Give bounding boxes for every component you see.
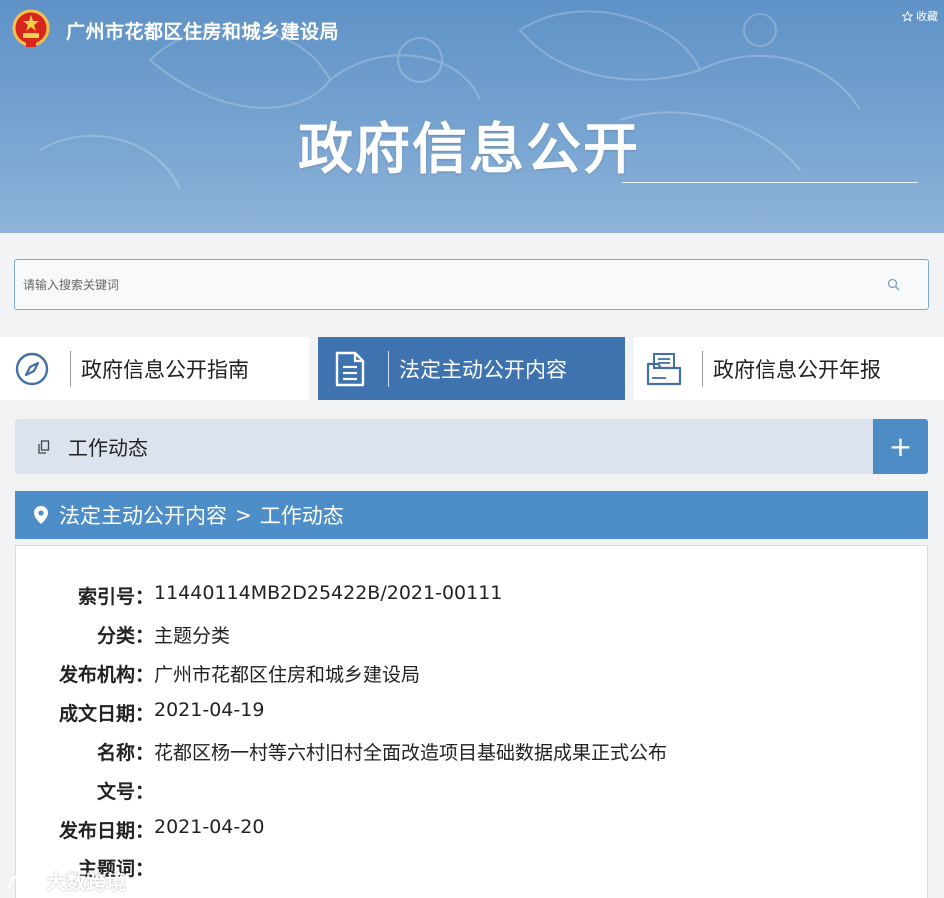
document-icon	[335, 351, 365, 386]
breadcrumb: 法定主动公开内容 > 工作动态	[15, 491, 928, 539]
breadcrumb-item-disclosure[interactable]: 法定主动公开内容	[59, 500, 227, 530]
detail-value: 11440114MB2D25422B/2021-00111	[154, 582, 503, 604]
detail-row-publish-date: 发布日期： 2021-04-20	[16, 816, 929, 846]
site-title[interactable]: 广州市花都区住房和城乡建设局	[66, 17, 339, 44]
tab-divider	[388, 350, 389, 387]
tab-divider	[702, 350, 703, 387]
watermark-logo-icon	[7, 871, 41, 888]
detail-value: 主题分类	[154, 625, 231, 647]
detail-row-publisher: 发布机构： 广州市花都区住房和城乡建设局	[16, 660, 929, 690]
detail-key: 发布机构：	[58, 664, 154, 686]
folder-icon	[646, 352, 682, 385]
national-emblem-icon	[12, 9, 50, 47]
location-pin-icon	[34, 506, 48, 524]
detail-key: 发布日期：	[58, 820, 154, 842]
expand-button[interactable]: +	[873, 419, 928, 474]
detail-value: 2021-04-19	[154, 699, 265, 721]
breadcrumb-item-current[interactable]: 工作动态	[260, 500, 344, 530]
detail-row-name: 名称： 花都区杨一村等六村旧村全面改造项目基础数据成果正式公布	[16, 738, 929, 768]
tab-label: 政府信息公开指南	[81, 357, 249, 382]
detail-row-doc-number: 文号：	[16, 777, 929, 807]
page-title: 政府信息公开	[298, 117, 641, 181]
detail-row-keywords: 主题词：	[16, 854, 929, 884]
title-underline	[622, 182, 918, 183]
detail-key: 文号：	[96, 781, 154, 803]
detail-value: 广州市花都区住房和城乡建设局	[154, 664, 421, 686]
header-banner: 广州市花都区住房和城乡建设局 收藏 政府信息公开	[0, 0, 944, 233]
detail-row-category: 分类： 主题分类	[16, 621, 929, 651]
detail-row-written-date: 成文日期： 2021-04-19	[16, 699, 929, 729]
star-icon	[902, 10, 913, 22]
watermark-text: 大数跨境	[46, 870, 126, 894]
details-panel: 索引号： 11440114MB2D25422B/2021-00111 分类： 主…	[15, 545, 928, 898]
category-title: 工作动态	[68, 436, 148, 460]
favorite-button[interactable]: 收藏	[902, 8, 938, 24]
copy-icon	[38, 439, 50, 454]
compass-icon	[15, 352, 49, 385]
detail-row-index: 索引号： 11440114MB2D25422B/2021-00111	[16, 582, 929, 612]
favorite-label: 收藏	[916, 10, 938, 23]
detail-value: 花都区杨一村等六村旧村全面改造项目基础数据成果正式公布	[154, 742, 668, 764]
tab-annual-report[interactable]: 政府信息公开年报	[634, 337, 944, 400]
search-box	[14, 259, 929, 310]
tab-label: 政府信息公开年报	[713, 357, 881, 382]
detail-value: 2021-04-20	[154, 816, 265, 838]
category-bar: 工作动态 +	[15, 419, 928, 474]
detail-key: 索引号：	[77, 586, 154, 608]
search-icon[interactable]	[887, 278, 900, 291]
detail-key: 成文日期：	[58, 703, 154, 725]
tab-label: 法定主动公开内容	[399, 357, 567, 382]
tab-divider	[70, 350, 71, 387]
watermark: 大数跨境	[6, 866, 126, 895]
tab-mandatory-disclosure[interactable]: 法定主动公开内容	[318, 337, 625, 400]
detail-key: 分类：	[96, 625, 154, 647]
detail-key: 名称：	[96, 742, 154, 764]
tab-disclosure-guide[interactable]: 政府信息公开指南	[0, 337, 309, 400]
search-input[interactable]	[23, 260, 863, 309]
breadcrumb-separator: >	[235, 503, 252, 527]
